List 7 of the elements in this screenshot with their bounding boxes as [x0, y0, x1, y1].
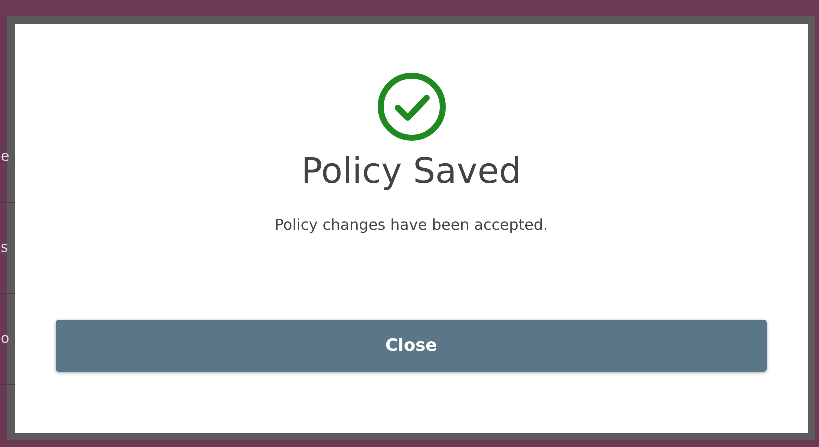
background-text: e	[1, 149, 10, 165]
close-button[interactable]: Close	[56, 320, 767, 372]
dialog-title: Policy Saved	[302, 152, 522, 192]
check-circle-icon	[376, 72, 446, 142]
background-text: s	[1, 240, 8, 256]
dialog-message: Policy changes have been accepted.	[274, 216, 548, 234]
background-text: o	[1, 331, 10, 347]
